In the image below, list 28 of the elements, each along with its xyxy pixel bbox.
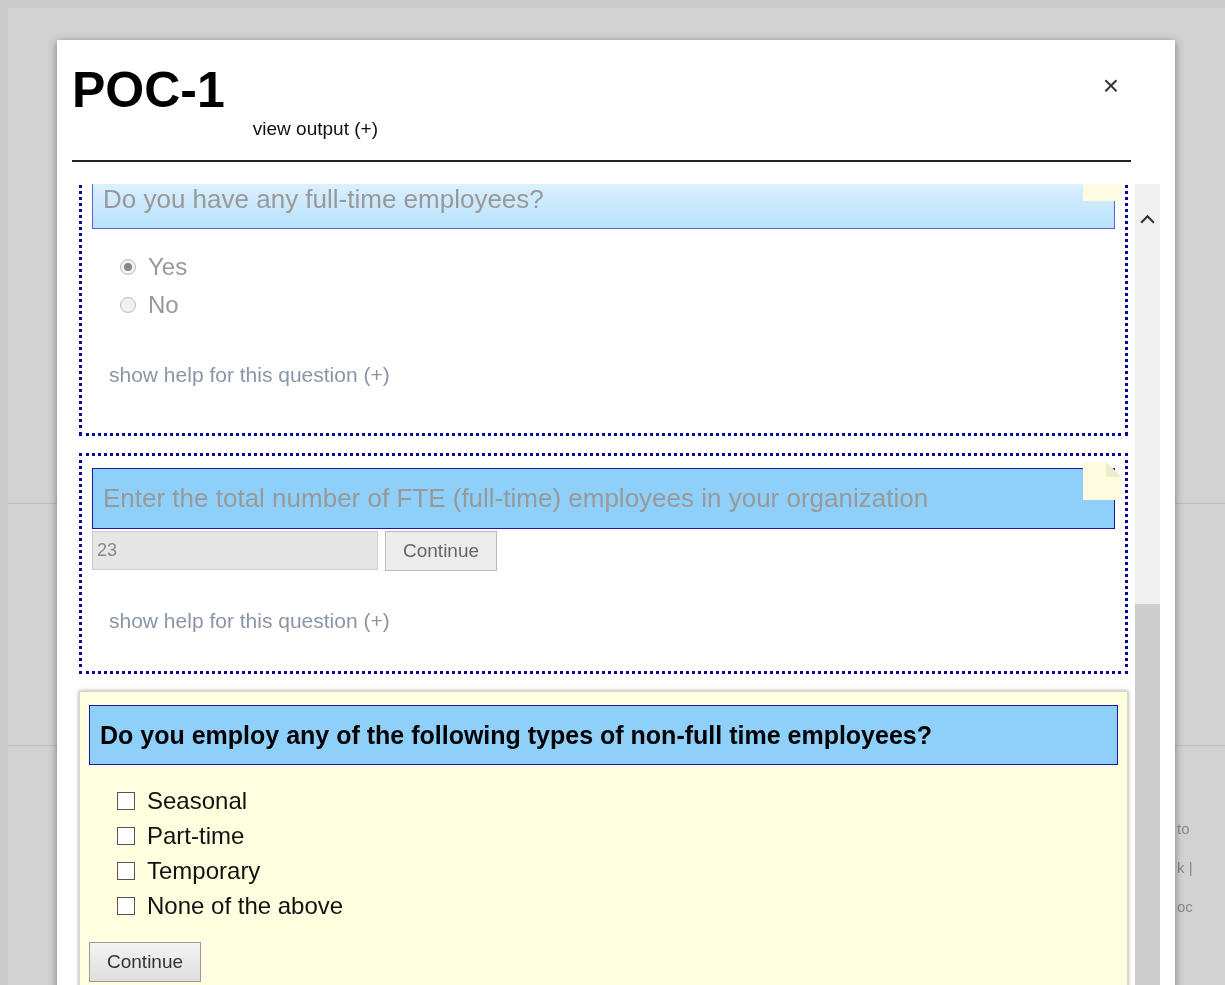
checkbox[interactable] bbox=[117, 897, 135, 915]
radio-button[interactable] bbox=[120, 259, 136, 275]
scroll-up-icon[interactable] bbox=[1139, 214, 1156, 225]
option-label: Temporary bbox=[147, 857, 261, 885]
background-text: to bbox=[1177, 819, 1191, 838]
close-button[interactable]: × bbox=[1098, 70, 1123, 102]
question-text: Enter the total number of FTE (full-time) employees in your organization bbox=[103, 483, 929, 514]
help-link[interactable]: show help for this question (+) bbox=[109, 363, 390, 387]
question-text: Do you employ any of the following types of non-full time employees? bbox=[100, 720, 932, 750]
option-label: None of the above bbox=[147, 892, 344, 920]
option-label: No bbox=[148, 291, 179, 319]
checkbox[interactable] bbox=[117, 827, 135, 845]
option-label: Seasonal bbox=[147, 787, 248, 815]
option-label: Part-time bbox=[147, 822, 245, 850]
checkbox[interactable] bbox=[117, 862, 135, 880]
question-text: Do you have any full-time employees? bbox=[103, 184, 544, 214]
dialog-title: POC-1 bbox=[72, 62, 225, 118]
background-text: k | bbox=[1177, 858, 1193, 877]
continue-button[interactable]: Continue bbox=[385, 531, 498, 571]
continue-button[interactable]: Continue bbox=[89, 942, 202, 982]
view-output-link[interactable]: view output (+) bbox=[252, 118, 378, 140]
help-link[interactable]: show help for this question (+) bbox=[109, 609, 390, 633]
option-label: Yes bbox=[148, 253, 188, 281]
checkbox[interactable] bbox=[117, 792, 135, 810]
scrollbar[interactable] bbox=[1135, 184, 1160, 985]
radio-button[interactable] bbox=[120, 297, 136, 313]
folded-corner-icon bbox=[1083, 462, 1121, 500]
background-text: oc bbox=[1177, 897, 1193, 916]
